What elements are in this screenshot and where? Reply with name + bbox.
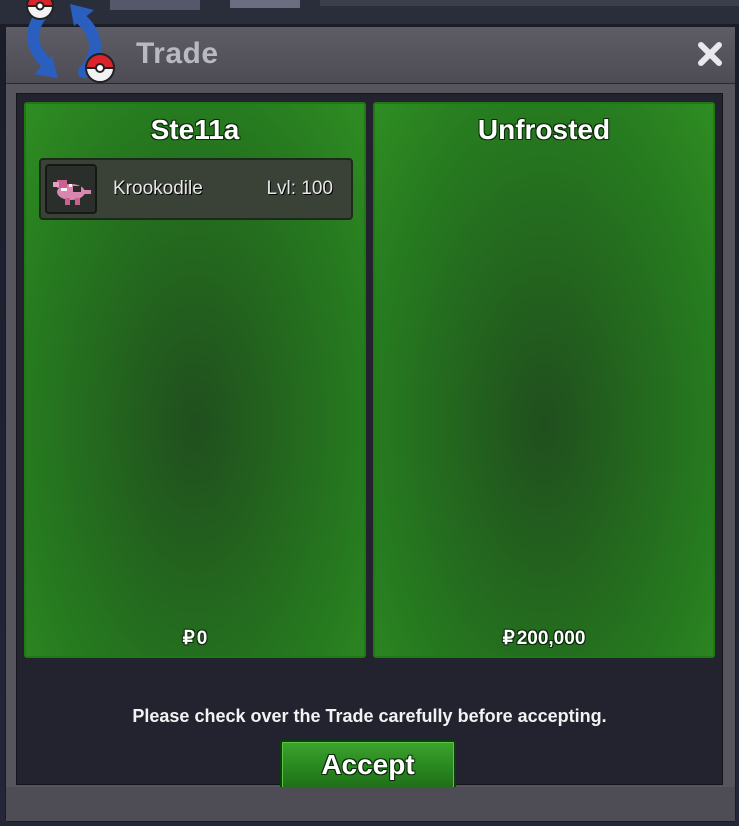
offered-pokemon-item[interactable]: Krookodile Lvl: 100 bbox=[39, 158, 353, 220]
trade-notice: Please check over the Trade carefully be… bbox=[132, 706, 607, 726]
money-offer-partner: ₽200,000 bbox=[375, 627, 713, 650]
accept-button[interactable]: Accept bbox=[280, 740, 456, 790]
pokemon-name: Krookodile bbox=[113, 178, 203, 199]
pokedollar-icon: ₽ bbox=[502, 628, 515, 649]
player-name-self: Ste11a bbox=[150, 114, 240, 145]
trade-swap-pokeball-icon bbox=[25, 0, 116, 83]
krookodile-sprite-icon bbox=[45, 164, 97, 214]
money-amount-self: 0 bbox=[196, 628, 208, 649]
background-hud-fragment bbox=[110, 0, 200, 10]
close-button[interactable] bbox=[695, 39, 725, 69]
trade-window: Trade Ste11a Krookodile Lvl: 100 ₽ 0 Unf… bbox=[5, 26, 736, 822]
trade-panel-self: Ste11a Krookodile Lvl: 100 ₽ 0 bbox=[24, 102, 366, 658]
money-offer-self: ₽0 bbox=[26, 627, 364, 650]
pokemon-level: Lvl: 100 bbox=[266, 178, 333, 199]
background-hud-fragment bbox=[230, 0, 300, 8]
window-footer bbox=[6, 787, 735, 821]
trade-content: Ste11a Krookodile Lvl: 100 ₽ 0 Unfrosted… bbox=[16, 93, 723, 790]
money-amount-partner: 200,000 bbox=[516, 628, 586, 649]
player-name-partner: Unfrosted bbox=[477, 114, 611, 145]
close-icon bbox=[698, 42, 722, 66]
trade-panel-partner: Unfrosted ₽200,000 bbox=[373, 102, 715, 658]
background-hud-fragment bbox=[320, 0, 739, 6]
pokedollar-icon: ₽ bbox=[182, 628, 195, 649]
window-title: Trade bbox=[136, 37, 219, 70]
